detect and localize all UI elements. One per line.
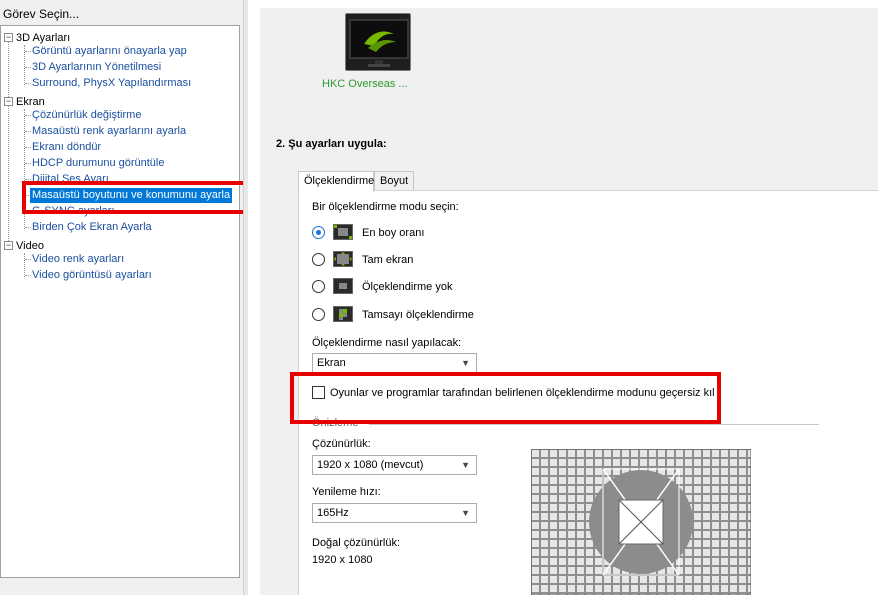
divider — [369, 424, 819, 425]
radio-label[interactable]: Ölçeklendirme yok — [362, 281, 452, 293]
radio-label[interactable]: Tamsayı ölçeklendirme — [362, 309, 474, 321]
tree-item[interactable]: 3D Ayarlarının Yönetilmesi — [32, 61, 161, 74]
task-pane: Görev Seçin... − 3D Ayarları Görüntü aya… — [0, 0, 248, 595]
chevron-down-icon: ▼ — [461, 508, 470, 518]
tree-category-ekran[interactable]: Ekran — [16, 96, 45, 109]
settings-pane: HKC Overseas ... 2. Şu ayarları uygula: … — [248, 0, 878, 595]
tree-item[interactable]: Ekranı döndür — [32, 141, 101, 154]
chevron-down-icon: ▼ — [461, 358, 470, 368]
refresh-value: 165Hz — [317, 507, 349, 519]
nvidia-monitor-icon[interactable] — [345, 13, 411, 71]
task-header: Görev Seçin... — [3, 7, 80, 21]
tree-item[interactable]: Görüntü ayarlarını önayarla yap — [32, 45, 187, 58]
tree-item[interactable]: Surround, PhysX Yapılandırması — [32, 77, 191, 90]
radio-label[interactable]: Tam ekran — [362, 254, 413, 266]
tree-item[interactable]: Masaüstü renk ayarlarını ayarla — [32, 125, 186, 138]
scaling-preview-image — [531, 449, 751, 595]
tree-collapse-icon[interactable]: − — [4, 33, 13, 42]
highlight-box — [22, 181, 248, 214]
chevron-down-icon: ▼ — [461, 460, 470, 470]
tab-scaling[interactable]: Ölçeklendirme — [298, 171, 374, 192]
tree-connector — [8, 39, 9, 245]
native-resolution-value: 1920 x 1080 — [312, 554, 373, 566]
resolution-value: 1920 x 1080 (mevcut) — [317, 459, 424, 471]
tree-item[interactable]: Video görüntüsü ayarları — [32, 269, 152, 282]
perform-value: Ekran — [317, 357, 346, 369]
radio-full-screen[interactable] — [312, 253, 325, 266]
tree-item[interactable]: HDCP durumunu görüntüle — [32, 157, 164, 170]
tree-category-video[interactable]: Video — [16, 240, 44, 253]
tree-collapse-icon[interactable]: − — [4, 241, 13, 250]
content-area: HKC Overseas ... 2. Şu ayarları uygula: … — [260, 8, 878, 595]
perform-dropdown[interactable]: Ekran ▼ — [312, 353, 477, 373]
monitor-label[interactable]: HKC Overseas ... — [322, 78, 408, 90]
mode-prompt: Bir ölçeklendirme modu seçin: — [312, 201, 459, 213]
integer-scaling-icon — [333, 306, 353, 322]
no-scaling-icon — [333, 278, 353, 294]
highlight-box — [290, 372, 721, 424]
tree-item[interactable]: Birden Çok Ekran Ayarla — [32, 221, 152, 234]
task-tree[interactable]: − 3D Ayarları Görüntü ayarlarını önayarl… — [0, 25, 240, 578]
perform-label: Ölçeklendirme nasıl yapılacak: — [312, 337, 462, 349]
aspect-ratio-icon — [333, 224, 353, 240]
native-resolution-label: Doğal çözünürlük: — [312, 537, 401, 549]
radio-no-scaling[interactable] — [312, 280, 325, 293]
resolution-label: Çözünürlük: — [312, 438, 371, 450]
resolution-dropdown[interactable]: 1920 x 1080 (mevcut) ▼ — [312, 455, 477, 475]
radio-integer-scaling[interactable] — [312, 308, 325, 321]
tab-size[interactable]: Boyut — [374, 171, 414, 191]
tree-connector — [24, 253, 25, 277]
radio-aspect-ratio[interactable] — [312, 226, 325, 239]
tree-category-3d[interactable]: 3D Ayarları — [16, 32, 70, 45]
tree-item[interactable]: Video renk ayarları — [32, 253, 124, 266]
tree-collapse-icon[interactable]: − — [4, 97, 13, 106]
section-title: 2. Şu ayarları uygula: — [276, 138, 387, 150]
refresh-dropdown[interactable]: 165Hz ▼ — [312, 503, 477, 523]
refresh-label: Yenileme hızı: — [312, 486, 381, 498]
full-screen-icon — [333, 251, 353, 267]
tree-item[interactable]: Çözünürlük değiştirme — [32, 109, 141, 122]
radio-label[interactable]: En boy oranı — [362, 227, 424, 239]
